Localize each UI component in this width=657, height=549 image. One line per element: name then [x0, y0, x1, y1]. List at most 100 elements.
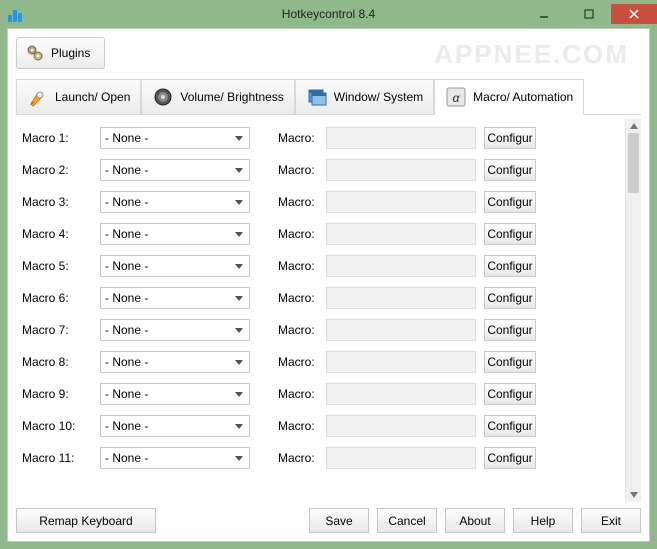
macro-value-field — [326, 447, 476, 469]
macro-row: Macro 6: - None - Macro: Configur — [22, 285, 619, 311]
tab-macro-automation[interactable]: α Macro/ Automation — [434, 79, 584, 115]
tab-launch-open[interactable]: Launch/ Open — [16, 79, 141, 114]
content-area: Macro 1: - None - Macro: Configur Macro 2: - … — [16, 119, 641, 502]
macro-value-field — [326, 191, 476, 213]
window-title: Hotkeycontrol 8.4 — [0, 7, 657, 21]
configure-button[interactable]: Configur — [484, 447, 536, 469]
dropdown-value: - None - — [105, 355, 148, 369]
macro-label: Macro 1: — [22, 131, 92, 145]
titlebar: Hotkeycontrol 8.4 — [0, 0, 657, 28]
macro-value-field — [326, 287, 476, 309]
macro-hotkey-dropdown[interactable]: - None - — [100, 447, 250, 469]
alpha-icon: α — [445, 86, 467, 108]
footer: Remap Keyboard Save Cancel About Help Ex… — [16, 508, 641, 533]
configure-button[interactable]: Configur — [484, 159, 536, 181]
macro-label-2: Macro: — [278, 419, 318, 433]
plugins-button[interactable]: Plugins — [16, 37, 105, 69]
dropdown-value: - None - — [105, 131, 148, 145]
dropdown-value: - None - — [105, 259, 148, 273]
macro-label: Macro 8: — [22, 355, 92, 369]
tab-window-system[interactable]: Window/ System — [295, 79, 434, 114]
configure-button[interactable]: Configur — [484, 287, 536, 309]
macro-hotkey-dropdown[interactable]: - None - — [100, 415, 250, 437]
macro-hotkey-dropdown[interactable]: - None - — [100, 319, 250, 341]
macro-hotkey-dropdown[interactable]: - None - — [100, 383, 250, 405]
macro-list: Macro 1: - None - Macro: Configur Macro 2: - … — [16, 119, 625, 502]
macro-label: Macro 2: — [22, 163, 92, 177]
dropdown-value: - None - — [105, 163, 148, 177]
macro-value-field — [326, 351, 476, 373]
macro-hotkey-dropdown[interactable]: - None - — [100, 351, 250, 373]
macro-row: Macro 9: - None - Macro: Configur — [22, 381, 619, 407]
dropdown-value: - None - — [105, 451, 148, 465]
scrollbar[interactable] — [625, 119, 641, 502]
macro-label: Macro 10: — [22, 419, 92, 433]
macro-value-field — [326, 223, 476, 245]
macro-label-2: Macro: — [278, 227, 318, 241]
dropdown-value: - None - — [105, 291, 148, 305]
macro-row: Macro 1: - None - Macro: Configur — [22, 125, 619, 151]
configure-button[interactable]: Configur — [484, 351, 536, 373]
macro-label: Macro 9: — [22, 387, 92, 401]
dropdown-value: - None - — [105, 227, 148, 241]
macro-label-2: Macro: — [278, 323, 318, 337]
macro-value-field — [326, 415, 476, 437]
configure-button[interactable]: Configur — [484, 255, 536, 277]
scroll-up-arrow[interactable] — [626, 119, 641, 133]
macro-label: Macro 11: — [22, 451, 92, 465]
macro-value-field — [326, 255, 476, 277]
macro-hotkey-dropdown[interactable]: - None - — [100, 287, 250, 309]
tab-volume-brightness[interactable]: Volume/ Brightness — [141, 79, 294, 114]
dropdown-value: - None - — [105, 387, 148, 401]
configure-button[interactable]: Configur — [484, 319, 536, 341]
configure-button[interactable]: Configur — [484, 127, 536, 149]
window-icon — [306, 86, 328, 108]
help-button[interactable]: Help — [513, 508, 573, 533]
macro-row: Macro 10: - None - Macro: Configur — [22, 413, 619, 439]
client-area: APPNEE.COM Plugins Launch/ Open Volum — [7, 28, 650, 542]
tab-label: Macro/ Automation — [473, 90, 573, 104]
macro-label-2: Macro: — [278, 291, 318, 305]
tab-label: Launch/ Open — [55, 90, 130, 104]
macro-hotkey-dropdown[interactable]: - None - — [100, 223, 250, 245]
macro-label-2: Macro: — [278, 131, 318, 145]
exit-button[interactable]: Exit — [581, 508, 641, 533]
macro-label: Macro 3: — [22, 195, 92, 209]
gear-icon — [25, 43, 45, 63]
macro-label: Macro 4: — [22, 227, 92, 241]
dropdown-value: - None - — [105, 323, 148, 337]
about-button[interactable]: About — [445, 508, 505, 533]
configure-button[interactable]: Configur — [484, 415, 536, 437]
rocket-icon — [27, 86, 49, 108]
macro-label-2: Macro: — [278, 355, 318, 369]
macro-label-2: Macro: — [278, 259, 318, 273]
macro-row: Macro 11: - None - Macro: Configur — [22, 445, 619, 471]
macro-value-field — [326, 159, 476, 181]
configure-button[interactable]: Configur — [484, 191, 536, 213]
macro-hotkey-dropdown[interactable]: - None - — [100, 255, 250, 277]
macro-value-field — [326, 383, 476, 405]
tabs: Launch/ Open Volume/ Brightness Window/ … — [16, 79, 641, 115]
dropdown-value: - None - — [105, 419, 148, 433]
macro-row: Macro 2: - None - Macro: Configur — [22, 157, 619, 183]
macro-hotkey-dropdown[interactable]: - None - — [100, 159, 250, 181]
cancel-button[interactable]: Cancel — [377, 508, 437, 533]
macro-label: Macro 7: — [22, 323, 92, 337]
save-button[interactable]: Save — [309, 508, 369, 533]
configure-button[interactable]: Configur — [484, 223, 536, 245]
macro-label-2: Macro: — [278, 163, 318, 177]
plugins-row: Plugins — [16, 37, 641, 69]
macro-row: Macro 3:- None -Macro:Configur — [22, 189, 619, 215]
macro-label-2: Macro: — [278, 387, 318, 401]
macro-hotkey-dropdown[interactable]: - None - — [100, 191, 250, 213]
tab-label: Volume/ Brightness — [180, 90, 283, 104]
macro-label: Macro 6: — [22, 291, 92, 305]
configure-button[interactable]: Configur — [484, 383, 536, 405]
macro-label-2: Macro: — [278, 451, 318, 465]
scroll-down-arrow[interactable] — [626, 488, 641, 502]
macro-hotkey-dropdown[interactable]: - None - — [100, 127, 250, 149]
macro-label: Macro 5: — [22, 259, 92, 273]
scroll-thumb[interactable] — [628, 133, 639, 193]
remap-keyboard-button[interactable]: Remap Keyboard — [16, 508, 156, 533]
macro-row: Macro 7: - None - Macro: Configur — [22, 317, 619, 343]
